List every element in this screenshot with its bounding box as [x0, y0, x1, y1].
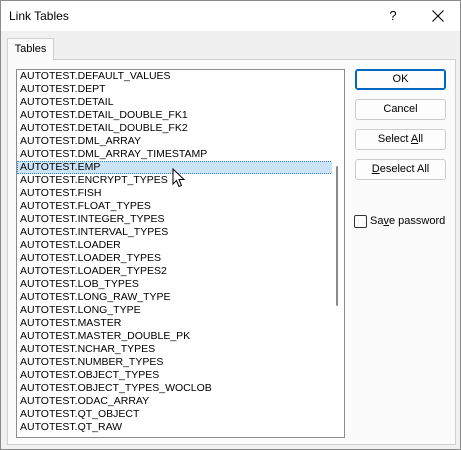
- table-list-item[interactable]: AUTOTEST.LOADER: [17, 239, 333, 252]
- close-icon: [432, 10, 444, 22]
- scrollbar-thumb[interactable]: [336, 166, 338, 306]
- table-list-item[interactable]: AUTOTEST.LOADER_TYPES: [17, 252, 333, 265]
- link-tables-dialog: Link Tables ? Tables AUTOTEST.DEFAULT_VA…: [0, 0, 461, 450]
- table-list-item[interactable]: AUTOTEST.DML_ARRAY: [17, 135, 333, 148]
- cancel-button-label: Cancel: [383, 103, 418, 115]
- table-list-item[interactable]: AUTOTEST.DEFAULT_VALUES: [17, 70, 333, 83]
- table-list-item[interactable]: AUTOTEST.NUMBER_TYPES: [17, 356, 333, 369]
- tab-tables-label: Tables: [14, 43, 47, 55]
- help-icon: ?: [389, 8, 397, 23]
- table-list-item[interactable]: AUTOTEST.DETAIL_DOUBLE_FK2: [17, 122, 333, 135]
- table-list-item[interactable]: AUTOTEST.OBJECT_TYPES_WOCLOB: [17, 382, 333, 395]
- table-list-item[interactable]: AUTOTEST.LONG_RAW_TYPE: [17, 291, 333, 304]
- help-button[interactable]: ?: [376, 3, 410, 29]
- table-list-item[interactable]: AUTOTEST.MASTER: [17, 317, 333, 330]
- cancel-button[interactable]: Cancel: [355, 99, 446, 120]
- table-list-item[interactable]: AUTOTEST.DEPT: [17, 83, 333, 96]
- tab-tables[interactable]: Tables: [7, 38, 54, 60]
- title-bar: Link Tables ?: [1, 1, 460, 31]
- select-all-button[interactable]: Select All: [355, 129, 446, 150]
- tables-listbox[interactable]: AUTOTEST.DEFAULT_VALUES AUTOTEST.DEPT AUTO…: [16, 69, 345, 438]
- table-list-item[interactable]: AUTOTEST.INTEGER_TYPES: [17, 213, 333, 226]
- table-list-item[interactable]: AUTOTEST.DML_ARRAY_TIMESTAMP: [17, 148, 333, 161]
- save-password-checkbox[interactable]: [354, 215, 367, 228]
- ok-button-label: OK: [392, 73, 409, 85]
- deselect-all-button-label: Deselect All: [371, 163, 430, 175]
- table-list-item[interactable]: AUTOTEST.FISH: [17, 187, 333, 200]
- table-list-item[interactable]: AUTOTEST.MASTER_DOUBLE_PK: [17, 330, 333, 343]
- table-list-item[interactable]: AUTOTEST.LOADER_TYPES2: [17, 265, 333, 278]
- table-list-item[interactable]: AUTOTEST.FLOAT_TYPES: [17, 200, 333, 213]
- table-list-item[interactable]: AUTOTEST.DETAIL: [17, 96, 333, 109]
- table-list-item[interactable]: AUTOTEST.LOB_TYPES: [17, 278, 333, 291]
- deselect-all-button[interactable]: Deselect All: [355, 159, 446, 180]
- vertical-scrollbar[interactable]: [332, 70, 344, 437]
- table-list-item[interactable]: AUTOTEST.DETAIL_DOUBLE_FK1: [17, 109, 333, 122]
- mouse-pointer-icon: [172, 168, 186, 188]
- table-list-item[interactable]: AUTOTEST.ODAC_ARRAY: [17, 395, 333, 408]
- select-all-button-label: Select All: [377, 133, 424, 145]
- tables-list: AUTOTEST.DEFAULT_VALUES AUTOTEST.DEPT AUTO…: [17, 70, 333, 434]
- table-list-item[interactable]: AUTOTEST.QT_RAW: [17, 421, 333, 434]
- table-list-item[interactable]: AUTOTEST.LONG_TYPE: [17, 304, 333, 317]
- table-list-item[interactable]: AUTOTEST.NCHAR_TYPES: [17, 343, 333, 356]
- close-button[interactable]: [419, 3, 457, 29]
- table-list-item[interactable]: AUTOTEST.OBJECT_TYPES: [17, 369, 333, 382]
- ok-button[interactable]: OK: [355, 69, 446, 90]
- table-list-item[interactable]: AUTOTEST.INTERVAL_TYPES: [17, 226, 333, 239]
- window-title: Link Tables: [9, 9, 69, 23]
- table-list-item[interactable]: AUTOTEST.QT_OBJECT: [17, 408, 333, 421]
- save-password-label[interactable]: Save password: [370, 215, 445, 227]
